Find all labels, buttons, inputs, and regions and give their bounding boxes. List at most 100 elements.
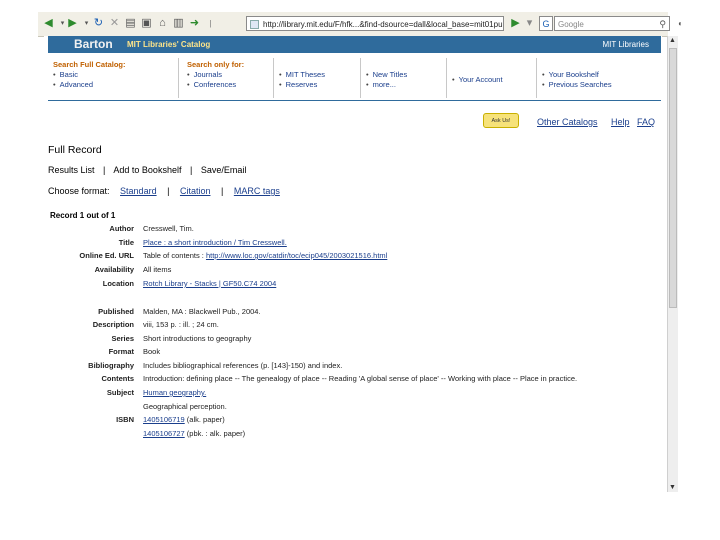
nav-more[interactable]: • more... <box>366 80 396 89</box>
page-icon <box>250 20 259 29</box>
scroll-up-icon[interactable]: ▲ <box>669 37 676 44</box>
format-marc-link[interactable]: MARC tags <box>234 186 280 196</box>
record-value-link[interactable]: Place : a short introduction / Tim Cress… <box>143 238 287 247</box>
url-label-icon: | <box>209 19 212 28</box>
record-value-link[interactable]: http://www.loc.gov/catdir/toc/ecip045/20… <box>206 251 387 260</box>
url-bar[interactable]: http://library.mit.edu/F/hfk...&find-dso… <box>246 16 504 31</box>
ask-us-button[interactable]: Ask Us! <box>483 113 519 128</box>
stop-icon[interactable]: ✕ <box>108 17 121 30</box>
record-value-text: Cresswell, Tim. <box>143 224 194 233</box>
record-field-label: ISBN <box>116 415 134 424</box>
format-citation-link[interactable]: Citation <box>180 186 211 196</box>
nav-divider <box>178 58 179 98</box>
nav-conferences[interactable]: • Conferences <box>187 80 236 89</box>
new-tab-icon[interactable]: ▣ <box>140 17 153 30</box>
record-value-text: Book <box>143 347 161 356</box>
history-icon[interactable]: ➜ <box>188 17 201 30</box>
search-input[interactable]: Google ⚲ <box>554 16 670 31</box>
save-email-link[interactable]: Save/Email <box>201 165 247 175</box>
nav-reserves[interactable]: • Reserves <box>279 80 317 89</box>
full-catalog-heading: Search Full Catalog: <box>53 60 126 69</box>
mit-libraries-link[interactable]: MIT Libraries <box>602 40 649 49</box>
separator: | <box>220 186 224 196</box>
other-catalogs-link[interactable]: Other Catalogs <box>537 117 598 127</box>
bookmarks-icon[interactable]: ▥ <box>172 17 185 30</box>
record-field-value: Table of contents : http://www.loc.gov/c… <box>143 251 387 260</box>
record-counter: Record 1 out of 1 <box>50 211 116 220</box>
scroll-down-icon[interactable]: ▼ <box>669 484 676 491</box>
nav-mit-theses[interactable]: • MIT Theses <box>279 70 325 79</box>
record-field-value: Rotch Library - Stacks | GF50.C74 2004 <box>143 279 276 288</box>
record-field-label: Series <box>111 334 134 343</box>
google-engine-icon[interactable]: G <box>539 16 553 31</box>
page-title: Full Record <box>48 144 102 156</box>
catalog-banner: Barton MIT Libraries' Catalog MIT Librar… <box>48 36 661 53</box>
record-field-value: Includes bibliographical references (p. … <box>143 361 342 370</box>
add-to-bookshelf-link[interactable]: Add to Bookshelf <box>113 165 181 175</box>
format-selector: Choose format: Standard | Citation | MAR… <box>48 186 280 196</box>
forward-icon[interactable]: ▶ <box>66 17 79 30</box>
record-field-value: Geographical perception. <box>143 402 227 411</box>
back-icon[interactable]: ◀ <box>42 17 55 30</box>
go-icon[interactable]: ▶ <box>509 17 522 30</box>
record-value-text: Malden, MA : Blackwell Pub., 2004. <box>143 307 261 316</box>
record-value-text: Includes bibliographical references (p. … <box>143 361 343 370</box>
nav-advanced[interactable]: • Advanced <box>53 80 93 89</box>
nav-basic[interactable]: • Basic <box>53 70 78 79</box>
record-value-link[interactable]: Human geography. <box>143 388 206 397</box>
record-value-text: Short introductions to geography <box>143 334 252 343</box>
record-value-suffix: (alk. paper) <box>184 415 225 424</box>
nav-your-bookshelf[interactable]: • Your Bookshelf <box>542 70 599 79</box>
record-field-value: Short introductions to geography <box>143 334 251 343</box>
barton-logo[interactable]: Barton <box>74 37 113 51</box>
results-list-link[interactable]: Results List <box>48 165 95 175</box>
record-value-link[interactable]: 1405106727 <box>143 429 185 438</box>
search-only-heading: Search only for: <box>187 60 245 69</box>
record-field-value: viii, 153 p. : ill. ; 24 cm. <box>143 320 219 329</box>
reload-icon[interactable]: ↻ <box>92 17 105 30</box>
record-field-label: Location <box>102 279 134 288</box>
record-value-suffix: (pbk. : alk. paper) <box>184 429 246 438</box>
format-label: Choose format: <box>48 186 110 196</box>
record-field-value: Book <box>143 347 160 356</box>
record-value-link[interactable]: Rotch Library - Stacks | GF50.C74 2004 <box>143 279 276 288</box>
format-standard-link[interactable]: Standard <box>120 186 157 196</box>
nav-your-account[interactable]: • Your Account <box>452 75 503 84</box>
record-field-value: All items <box>143 265 171 274</box>
record-field-value: Introduction: defining place -- The gene… <box>143 374 577 383</box>
record-value-text: Introduction: defining place -- The gene… <box>143 374 578 383</box>
help-link[interactable]: Help <box>611 117 630 127</box>
record-field-label: Description <box>92 320 134 329</box>
nav-divider <box>536 58 537 98</box>
faq-link[interactable]: FAQ <box>637 117 655 127</box>
record-field-label: Published <box>98 307 134 316</box>
record-field-value: Place : a short introduction / Tim Cress… <box>143 238 287 247</box>
nav-divider <box>360 58 361 98</box>
menu-icon[interactable]: ◐ <box>674 17 687 30</box>
print-icon[interactable]: ▤ <box>124 17 137 30</box>
search-nav-panel: Search Full Catalog: • Basic • Advanced Se… <box>48 54 661 101</box>
banner-tagline: MIT Libraries' Catalog <box>127 40 211 49</box>
record-field-value: Cresswell, Tim. <box>143 224 194 233</box>
record-value-link[interactable]: 1405106719 <box>143 415 185 424</box>
home-icon[interactable]: ⌂ <box>156 17 169 30</box>
record-field-label: Title <box>118 238 134 247</box>
dropdown-icon[interactable]: ▾ <box>523 17 536 30</box>
record-field-value: Human geography. <box>143 388 206 397</box>
search-placeholder: Google <box>558 20 584 29</box>
record-actions: Results List | Add to Bookshelf | Save/E… <box>48 165 246 175</box>
nav-journals[interactable]: • Journals <box>187 70 222 79</box>
record-field-label: Author <box>109 224 134 233</box>
vertical-scrollbar[interactable]: ▲ ▼ <box>667 36 678 492</box>
nav-divider <box>446 58 447 98</box>
url-text: http://library.mit.edu/F/hfk...&find-dso… <box>263 20 504 29</box>
scroll-thumb[interactable] <box>669 48 677 308</box>
record-field-label: Bibliography <box>88 361 134 370</box>
search-icon[interactable]: ⚲ <box>659 17 666 32</box>
nav-previous-searches[interactable]: • Previous Searches <box>542 80 612 89</box>
record-field-label: Online Ed. URL <box>79 251 134 260</box>
nav-divider <box>273 58 274 98</box>
browser-toolbar: ◀ ▾ ▶ ▾ ↻ ✕ ▤ ▣ ⌂ ▥ ➜ | http://library.m… <box>38 12 683 37</box>
nav-new-titles[interactable]: • New Titles <box>366 70 407 79</box>
separator: | <box>167 186 170 196</box>
